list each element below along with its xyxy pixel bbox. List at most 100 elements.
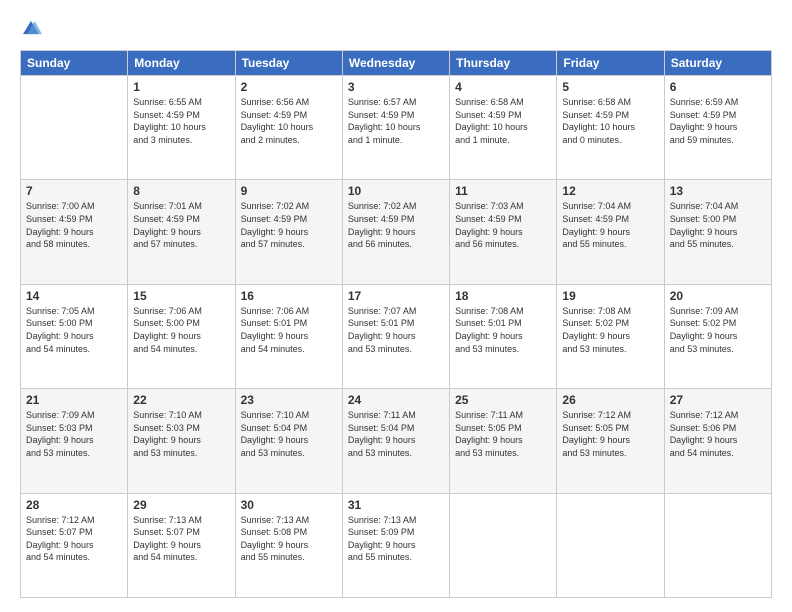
day-info: Sunrise: 7:13 AM Sunset: 5:09 PM Dayligh… [348,514,444,564]
calendar-cell: 4Sunrise: 6:58 AM Sunset: 4:59 PM Daylig… [450,76,557,180]
day-info: Sunrise: 7:09 AM Sunset: 5:02 PM Dayligh… [670,305,766,355]
calendar-cell: 16 Sunrise: 7:06 AM Sunset: 5:01 PM Dayli… [235,284,342,388]
weekday-header: Saturday [664,51,771,76]
weekday-header: Thursday [450,51,557,76]
day-number: 27 [670,393,766,407]
calendar-cell [557,493,664,597]
day-info: Sunrise: 7:06 AM Sunset: 5:00 PM Dayligh… [133,305,229,355]
day-info: Sunrise: 7:08 AM Sunset: 5:02 PM Dayligh… [562,305,658,355]
day-info: Sunrise: 7:12 AM Sunset: 5:07 PM Dayligh… [26,514,122,564]
day-number: 4 [455,80,551,94]
calendar-cell: 28Sunrise: 7:12 AM Sunset: 5:07 PM Dayli… [21,493,128,597]
day-number: 17 [348,289,444,303]
weekday-header: Friday [557,51,664,76]
day-info: Sunrise: 7:02 AM Sunset: 4:59 PM Dayligh… [241,200,337,250]
calendar-cell: 23 Sunrise: 7:10 AM Sunset: 5:04 PM Dayli… [235,389,342,493]
calendar-week-row: 1Sunrise: 6:55 AM Sunset: 4:59 PM Daylig… [21,76,772,180]
calendar-cell: 25 Sunrise: 7:11 AM Sunset: 5:05 PM Dayli… [450,389,557,493]
day-number: 19 [562,289,658,303]
calendar-cell: 18Sunrise: 7:08 AM Sunset: 5:01 PM Dayli… [450,284,557,388]
day-number: 5 [562,80,658,94]
calendar-cell: 9 Sunrise: 7:02 AM Sunset: 4:59 PM Daylig… [235,180,342,284]
calendar-cell: 21Sunrise: 7:09 AM Sunset: 5:03 PM Dayli… [21,389,128,493]
calendar-cell: 22Sunrise: 7:10 AM Sunset: 5:03 PM Dayli… [128,389,235,493]
weekday-header: Tuesday [235,51,342,76]
day-info: Sunrise: 6:58 AM Sunset: 4:59 PM Dayligh… [562,96,658,146]
calendar-cell: 26 Sunrise: 7:12 AM Sunset: 5:05 PM Dayli… [557,389,664,493]
day-info: Sunrise: 7:13 AM Sunset: 5:08 PM Dayligh… [241,514,337,564]
day-number: 9 [241,184,337,198]
day-info: Sunrise: 7:11 AM Sunset: 5:04 PM Dayligh… [348,409,444,459]
day-info: Sunrise: 7:10 AM Sunset: 5:04 PM Dayligh… [241,409,337,459]
calendar-cell [664,493,771,597]
calendar-week-row: 7Sunrise: 7:00 AM Sunset: 4:59 PM Daylig… [21,180,772,284]
calendar-cell: 20 Sunrise: 7:09 AM Sunset: 5:02 PM Dayli… [664,284,771,388]
day-number: 24 [348,393,444,407]
day-number: 13 [670,184,766,198]
calendar-cell: 31 Sunrise: 7:13 AM Sunset: 5:09 PM Dayli… [342,493,449,597]
calendar-cell: 19 Sunrise: 7:08 AM Sunset: 5:02 PM Dayli… [557,284,664,388]
page: SundayMondayTuesdayWednesdayThursdayFrid… [0,0,792,612]
day-number: 6 [670,80,766,94]
day-info: Sunrise: 7:06 AM Sunset: 5:01 PM Dayligh… [241,305,337,355]
day-number: 16 [241,289,337,303]
day-info: Sunrise: 7:04 AM Sunset: 5:00 PM Dayligh… [670,200,766,250]
calendar-cell: 2Sunrise: 6:56 AM Sunset: 4:59 PM Daylig… [235,76,342,180]
calendar-cell: 17Sunrise: 7:07 AM Sunset: 5:01 PM Dayli… [342,284,449,388]
calendar-table: SundayMondayTuesdayWednesdayThursdayFrid… [20,50,772,598]
calendar-cell: 13 Sunrise: 7:04 AM Sunset: 5:00 PM Dayli… [664,180,771,284]
calendar-cell: 11Sunrise: 7:03 AM Sunset: 4:59 PM Dayli… [450,180,557,284]
calendar-cell: 15 Sunrise: 7:06 AM Sunset: 5:00 PM Dayli… [128,284,235,388]
calendar-cell: 14 Sunrise: 7:05 AM Sunset: 5:00 PM Dayli… [21,284,128,388]
day-number: 3 [348,80,444,94]
calendar-cell: 1Sunrise: 6:55 AM Sunset: 4:59 PM Daylig… [128,76,235,180]
day-number: 31 [348,498,444,512]
day-info: Sunrise: 7:01 AM Sunset: 4:59 PM Dayligh… [133,200,229,250]
day-info: Sunrise: 6:57 AM Sunset: 4:59 PM Dayligh… [348,96,444,146]
day-number: 22 [133,393,229,407]
calendar-cell: 29 Sunrise: 7:13 AM Sunset: 5:07 PM Dayli… [128,493,235,597]
calendar-cell: 6 Sunrise: 6:59 AM Sunset: 4:59 PM Daylig… [664,76,771,180]
day-number: 23 [241,393,337,407]
day-number: 25 [455,393,551,407]
calendar-cell: 10Sunrise: 7:02 AM Sunset: 4:59 PM Dayli… [342,180,449,284]
day-number: 20 [670,289,766,303]
day-info: Sunrise: 7:12 AM Sunset: 5:06 PM Dayligh… [670,409,766,459]
day-number: 2 [241,80,337,94]
day-info: Sunrise: 7:12 AM Sunset: 5:05 PM Dayligh… [562,409,658,459]
day-number: 26 [562,393,658,407]
weekday-header: Monday [128,51,235,76]
day-number: 12 [562,184,658,198]
day-number: 15 [133,289,229,303]
calendar-cell: 24 Sunrise: 7:11 AM Sunset: 5:04 PM Dayli… [342,389,449,493]
day-info: Sunrise: 7:04 AM Sunset: 4:59 PM Dayligh… [562,200,658,250]
calendar-cell: 3 Sunrise: 6:57 AM Sunset: 4:59 PM Daylig… [342,76,449,180]
weekday-header: Sunday [21,51,128,76]
calendar-cell: 30Sunrise: 7:13 AM Sunset: 5:08 PM Dayli… [235,493,342,597]
day-number: 14 [26,289,122,303]
day-number: 10 [348,184,444,198]
calendar-cell: 8 Sunrise: 7:01 AM Sunset: 4:59 PM Daylig… [128,180,235,284]
day-info: Sunrise: 7:08 AM Sunset: 5:01 PM Dayligh… [455,305,551,355]
logo-icon [20,18,42,40]
day-number: 7 [26,184,122,198]
calendar-cell: 5 Sunrise: 6:58 AM Sunset: 4:59 PM Daylig… [557,76,664,180]
day-info: Sunrise: 7:13 AM Sunset: 5:07 PM Dayligh… [133,514,229,564]
day-info: Sunrise: 7:05 AM Sunset: 5:00 PM Dayligh… [26,305,122,355]
calendar-cell: 7Sunrise: 7:00 AM Sunset: 4:59 PM Daylig… [21,180,128,284]
weekday-header: Wednesday [342,51,449,76]
day-info: Sunrise: 6:55 AM Sunset: 4:59 PM Dayligh… [133,96,229,146]
calendar-cell [21,76,128,180]
day-number: 21 [26,393,122,407]
header [20,18,772,40]
day-info: Sunrise: 7:11 AM Sunset: 5:05 PM Dayligh… [455,409,551,459]
day-info: Sunrise: 6:59 AM Sunset: 4:59 PM Dayligh… [670,96,766,146]
day-number: 11 [455,184,551,198]
calendar-week-row: 14 Sunrise: 7:05 AM Sunset: 5:00 PM Dayli… [21,284,772,388]
calendar-week-row: 28Sunrise: 7:12 AM Sunset: 5:07 PM Dayli… [21,493,772,597]
calendar-cell: 12 Sunrise: 7:04 AM Sunset: 4:59 PM Dayli… [557,180,664,284]
day-number: 29 [133,498,229,512]
logo [20,18,46,40]
day-number: 8 [133,184,229,198]
calendar-cell [450,493,557,597]
